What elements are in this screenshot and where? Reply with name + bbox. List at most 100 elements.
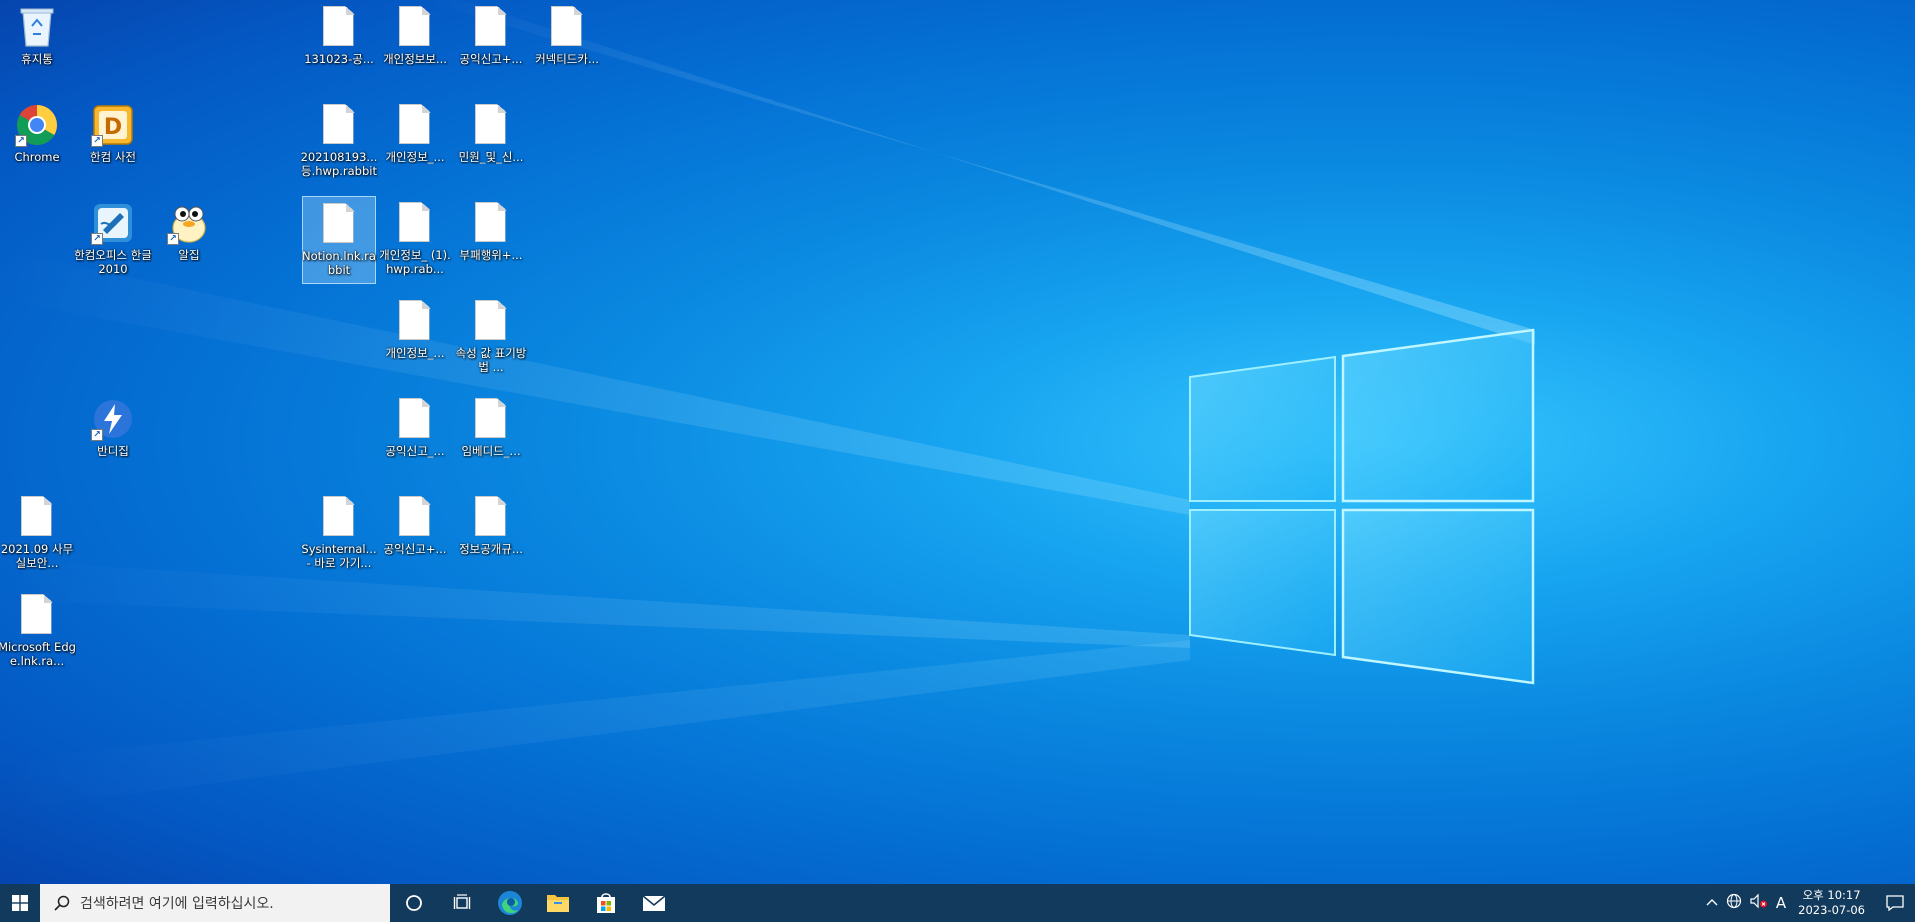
desktop-icon-file[interactable]: 공익신고+... xyxy=(378,490,452,578)
alzip-icon: ↗ xyxy=(167,201,211,245)
document-file-icon xyxy=(20,594,54,636)
file-icon xyxy=(393,103,437,147)
desktop-icon-file[interactable]: 커넥티드카... xyxy=(530,0,604,88)
document-file-icon xyxy=(474,398,508,440)
shortcut-arrow-icon: ↗ xyxy=(91,135,103,147)
document-file-icon xyxy=(322,496,356,538)
desktop-icon-label: 알집 xyxy=(178,248,200,262)
file-icon xyxy=(15,593,59,637)
file-icon xyxy=(317,5,361,49)
desktop-icon-label: 개인정보_ (1).hwp.rab... xyxy=(379,248,451,276)
file-icon xyxy=(393,5,437,49)
document-file-icon xyxy=(398,6,432,48)
shortcut-arrow-icon: ↗ xyxy=(91,429,103,441)
desktop-icon-label: 2021.09 사무실보안... xyxy=(0,542,74,570)
file-icon xyxy=(393,299,437,343)
file-icon xyxy=(393,201,437,245)
desktop-icon-file[interactable]: 임베디드_... xyxy=(454,392,528,480)
taskbar-store[interactable] xyxy=(582,884,630,922)
desktop-icon-label: 공익신고_... xyxy=(385,444,445,458)
desktop-icon-file[interactable]: 개인정보_ (1).hwp.rab... xyxy=(378,196,452,284)
cortana-button[interactable] xyxy=(390,884,438,922)
show-hidden-icons-chevron-up-icon[interactable] xyxy=(1706,896,1718,911)
desktop-icon-file[interactable]: Notion.lnk.rabbit xyxy=(302,196,376,284)
file-icon xyxy=(469,5,513,49)
cortana-icon xyxy=(406,895,422,911)
desktop-icon-file[interactable]: Microsoft Edge.lnk.ra... xyxy=(0,588,76,676)
file-icon xyxy=(469,201,513,245)
desktop-icon-file[interactable]: Sysinternal... - 바로 가기... xyxy=(301,490,377,578)
desktop-icon-file[interactable]: 속성 값 표기방법 ... xyxy=(454,294,528,382)
document-file-icon xyxy=(398,496,432,538)
shortcut-arrow-icon: ↗ xyxy=(15,135,27,147)
document-file-icon xyxy=(474,202,508,244)
clock-date: 2023-07-06 xyxy=(1798,903,1865,917)
desktop-icon-hwp[interactable]: ↗ 한컴오피스 한글 2010 xyxy=(74,196,152,284)
document-file-icon xyxy=(322,104,356,146)
desktop-icon-label: 개인정보보... xyxy=(383,52,447,66)
taskbar-clock[interactable]: 오후 10:17 2023-07-06 xyxy=(1798,888,1865,918)
desktop-icon-label: 커넥티드카... xyxy=(535,52,599,66)
file-icon xyxy=(469,103,513,147)
desktop-icon-label: Microsoft Edge.lnk.ra... xyxy=(0,640,76,668)
desktop-icon-file[interactable]: 202108193... 등.hwp.rabbit xyxy=(301,98,377,186)
desktop-icon-label: 공익신고+... xyxy=(459,52,523,66)
document-file-icon xyxy=(322,203,356,245)
svg-text:D: D xyxy=(104,115,122,140)
desktop-icon-recycle[interactable]: 휴지통 xyxy=(0,0,74,88)
desktop-icon-file[interactable]: 개인정보보... xyxy=(378,0,452,88)
desktop-icon-file[interactable]: 개인정보_... xyxy=(378,294,452,382)
desktop-icon-label: Notion.lnk.rabbit xyxy=(302,249,376,277)
file-icon xyxy=(469,397,513,441)
volume-muted-icon[interactable] xyxy=(1750,893,1768,913)
desktop-icon-label: 민원_및_신... xyxy=(458,150,524,164)
desktop-icon-file[interactable]: 개인정보_... xyxy=(378,98,452,186)
action-center-button[interactable] xyxy=(1875,884,1915,922)
windows-start-icon xyxy=(12,895,28,911)
store-icon xyxy=(597,893,615,913)
taskbar-mail[interactable] xyxy=(630,884,678,922)
taskbar-search-box[interactable]: 검색하려면 여기에 입력하십시오. xyxy=(40,884,390,922)
task-view-button[interactable] xyxy=(438,884,486,922)
file-icon xyxy=(317,202,361,246)
mail-icon xyxy=(642,895,666,911)
network-globe-icon[interactable] xyxy=(1726,893,1742,913)
hwp-icon: ↗ xyxy=(91,201,135,245)
desktop-icon-label: Sysinternal... - 바로 가기... xyxy=(301,542,377,570)
desktop-icon-file[interactable]: 부패행위+... xyxy=(454,196,528,284)
windows-logo-wallpaper xyxy=(1189,328,1535,685)
desktop-icon-file[interactable]: 민원_및_신... xyxy=(454,98,528,186)
desktop-icon-file[interactable]: 정보공개규... xyxy=(454,490,528,578)
desktop-icon-chrome[interactable]: ↗ Chrome xyxy=(0,98,74,186)
hancom-dict-icon: D ↗ xyxy=(91,103,135,147)
taskbar-file-explorer[interactable] xyxy=(534,884,582,922)
document-file-icon xyxy=(398,398,432,440)
desktop-icon-label: 공익신고+... xyxy=(383,542,447,556)
search-icon xyxy=(54,895,70,911)
file-icon xyxy=(317,103,361,147)
desktop-icon-label: 개인정보_... xyxy=(385,150,445,164)
task-view-icon xyxy=(453,894,471,909)
input-method-indicator[interactable]: A xyxy=(1776,894,1786,912)
desktop-icon-file[interactable]: 공익신고+... xyxy=(454,0,528,88)
file-icon xyxy=(15,495,59,539)
desktop-icon-label: 임베디드_... xyxy=(461,444,521,458)
recycle-icon xyxy=(15,5,59,49)
file-icon xyxy=(393,495,437,539)
desktop-icon-file[interactable]: 2021.09 사무실보안... xyxy=(0,490,74,578)
document-file-icon xyxy=(398,300,432,342)
desktop-icon-label: 부패행위+... xyxy=(459,248,523,262)
document-file-icon xyxy=(398,202,432,244)
desktop-icon-file[interactable]: 공익신고_... xyxy=(378,392,452,480)
edge-icon xyxy=(498,891,522,915)
desktop-icon-label: 정보공개규... xyxy=(459,542,523,556)
desktop-icon-bandizip[interactable]: ↗ 반디집 xyxy=(76,392,150,480)
desktop-icon-hancom-dict[interactable]: D ↗ 한컴 사전 xyxy=(76,98,150,186)
file-icon xyxy=(317,495,361,539)
taskbar-edge[interactable] xyxy=(486,884,534,922)
start-button[interactable] xyxy=(0,884,40,922)
desktop-icon-alzip[interactable]: ↗ 알집 xyxy=(152,196,226,284)
document-file-icon xyxy=(20,496,54,538)
file-icon xyxy=(469,299,513,343)
desktop-icon-file[interactable]: 131023-공... xyxy=(302,0,376,88)
